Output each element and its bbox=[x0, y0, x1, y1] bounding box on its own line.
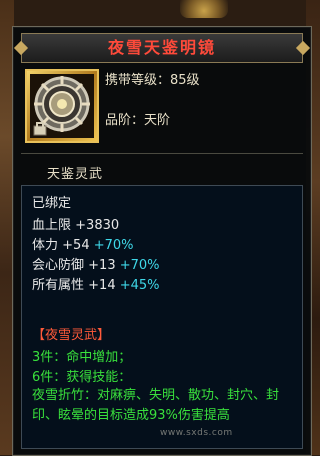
stat-mdef-label: 会心防御 bbox=[32, 258, 85, 273]
stat-all: 所有属性 +14 +45% bbox=[32, 274, 160, 293]
stat-con: 体力 +54 +70% bbox=[32, 234, 134, 253]
stat-con-bonus: +70% bbox=[93, 238, 134, 253]
set-piece-6: 6件：获得技能： bbox=[32, 370, 132, 385]
divider bbox=[21, 153, 303, 154]
item-grade: 品阶：天阶 bbox=[105, 113, 171, 128]
watermark: www.sxds.com bbox=[160, 428, 233, 438]
stat-con-label: 体力 bbox=[32, 238, 59, 253]
stat-mdef-value: +13 bbox=[88, 258, 116, 273]
set-name: 天鉴灵武 bbox=[47, 167, 104, 182]
stat-all-label: 所有属性 bbox=[32, 278, 85, 293]
stat-hp-label: 血上限 bbox=[32, 218, 72, 233]
carry-level: 携带等级：85级 bbox=[105, 73, 200, 88]
item-icon-frame[interactable] bbox=[25, 69, 99, 143]
set-title: 【夜雪灵武】 bbox=[32, 328, 111, 343]
set-piece-3: 3件：命中增加； bbox=[32, 350, 132, 365]
stat-all-value: +14 bbox=[88, 278, 116, 293]
item-name: 夜雪天鉴明镜 bbox=[107, 38, 216, 57]
stat-hp-value: +3830 bbox=[75, 218, 120, 233]
stat-mdef-bonus: +70% bbox=[119, 258, 160, 273]
stat-mdef: 会心防御 +13 +70% bbox=[32, 254, 160, 273]
bound-status: 已绑定 bbox=[32, 196, 72, 211]
title-bar: 夜雪天鉴明镜 bbox=[21, 33, 303, 63]
background-ornament bbox=[180, 0, 228, 18]
stat-con-value: +54 bbox=[62, 238, 90, 253]
stat-all-bonus: +45% bbox=[119, 278, 160, 293]
item-tooltip: 夜雪天鉴明镜 携带等级：85级 品阶：天阶 天鉴灵武 已绑定 血上限 +3830… bbox=[12, 26, 312, 456]
mirror-icon bbox=[30, 74, 94, 138]
stats-panel: 已绑定 血上限 +3830 体力 +54 +70% 会心防御 +13 +70% … bbox=[21, 185, 303, 449]
set-skill-desc: 夜雪折竹：对麻痹、失明、散功、封穴、封印、眩晕的目标造成93%伤害提高 bbox=[32, 388, 280, 423]
stat-hp: 血上限 +3830 bbox=[32, 214, 119, 233]
